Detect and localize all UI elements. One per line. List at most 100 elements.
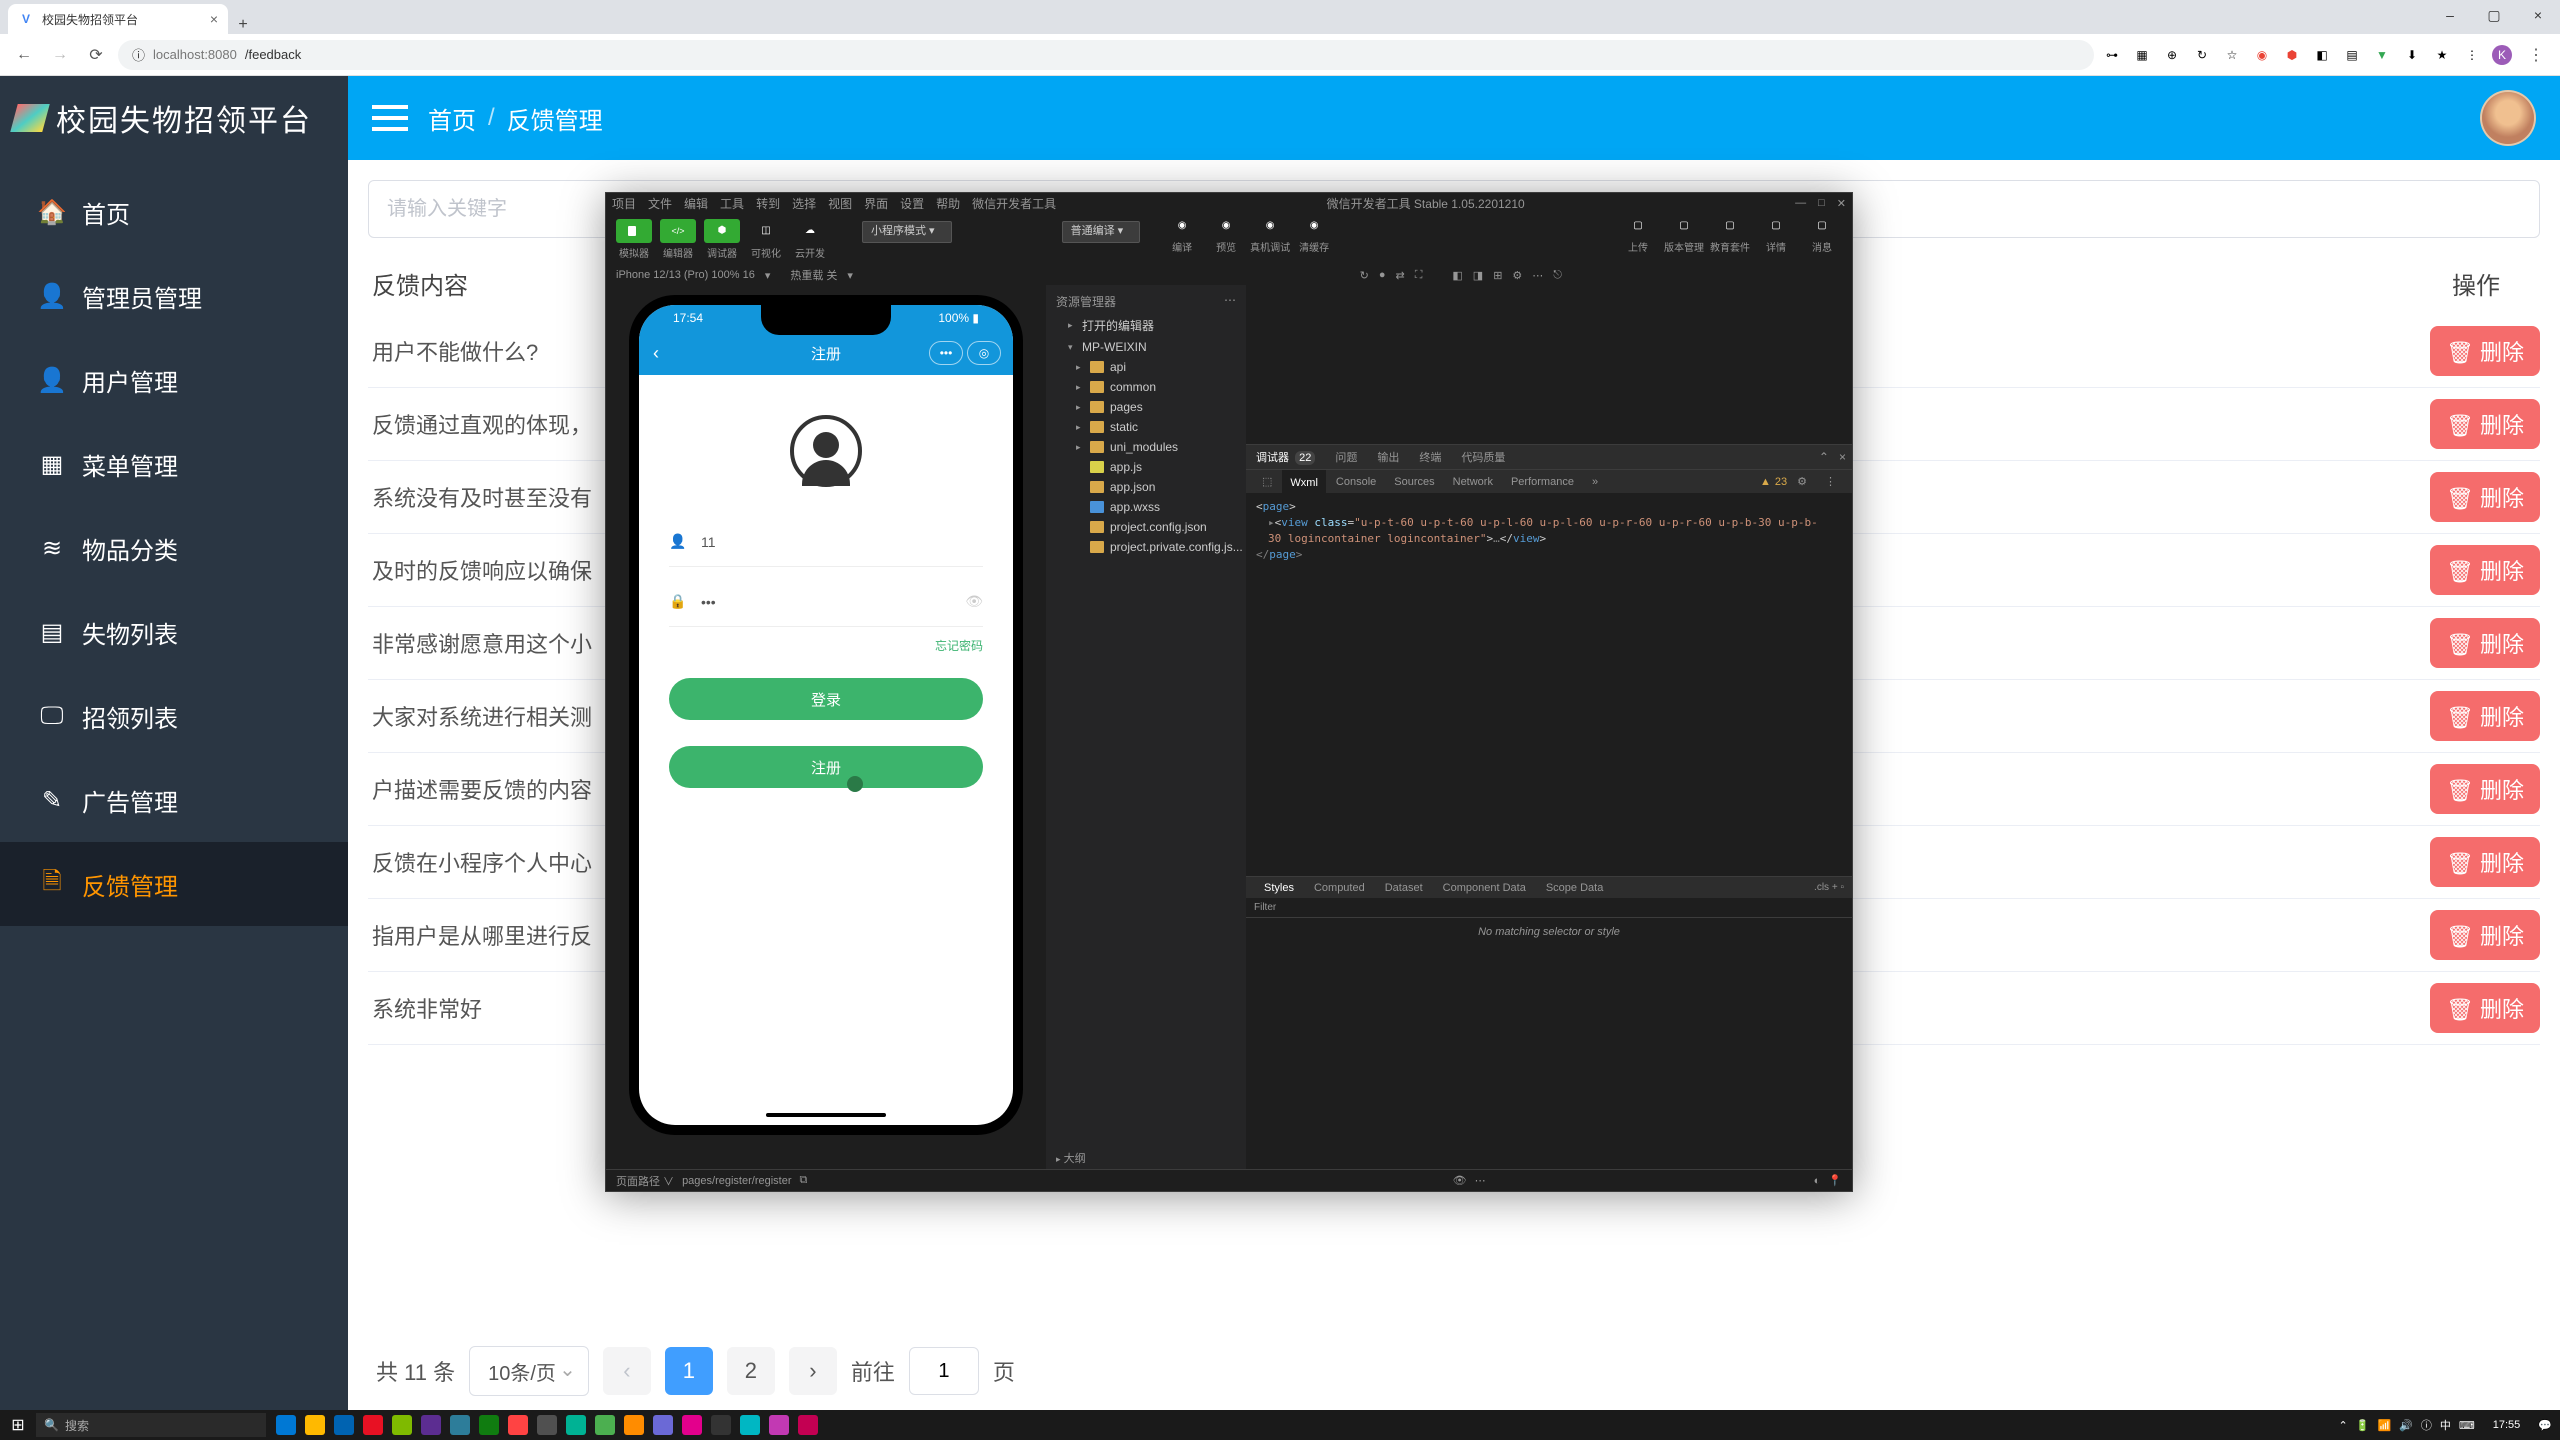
- link-icon[interactable]: ⎋: [1553, 269, 1562, 282]
- ide-menu-item[interactable]: 帮助: [936, 195, 960, 212]
- dot-icon[interactable]: ●: [1379, 269, 1386, 282]
- page-number[interactable]: 2: [727, 1347, 775, 1395]
- taskbar-app[interactable]: [417, 1411, 445, 1439]
- taskbar-app[interactable]: [504, 1411, 532, 1439]
- tree-folder[interactable]: ▸uni_modules: [1046, 437, 1246, 457]
- taskbar-app[interactable]: [765, 1411, 793, 1439]
- toolbar-button[interactable]: ▢上传: [1616, 213, 1660, 254]
- user-avatar[interactable]: [2480, 90, 2536, 146]
- tree-folder[interactable]: ▸static: [1046, 417, 1246, 437]
- delete-button[interactable]: 🗑 删除: [2430, 399, 2540, 449]
- taskbar-app[interactable]: [388, 1411, 416, 1439]
- tree-file[interactable]: app.json: [1046, 477, 1246, 497]
- gear-icon[interactable]: ⚙: [1512, 269, 1522, 282]
- ide-menu-item[interactable]: 工具: [720, 195, 744, 212]
- taskbar-app[interactable]: [591, 1411, 619, 1439]
- toolbar-button[interactable]: ▢版本管理: [1662, 213, 1706, 254]
- ext-icon[interactable]: ↻: [2192, 45, 2212, 65]
- more-icon[interactable]: ⋯: [1224, 293, 1236, 310]
- sidebar-item-lost[interactable]: ▤ 失物列表: [0, 590, 348, 674]
- sidebar-item-home[interactable]: 🏠 首页: [0, 170, 348, 254]
- close-icon[interactable]: ×: [1839, 450, 1846, 464]
- taskbar-app[interactable]: [272, 1411, 300, 1439]
- expand-icon[interactable]: ⛶: [1415, 269, 1423, 282]
- ide-menu-item[interactable]: 编辑: [684, 195, 708, 212]
- maximize-icon[interactable]: ▢: [2472, 0, 2516, 30]
- panel-icon[interactable]: ⊞: [1493, 269, 1502, 282]
- taskbar-app[interactable]: [562, 1411, 590, 1439]
- taskbar-app[interactable]: [620, 1411, 648, 1439]
- tree-file[interactable]: app.js: [1046, 457, 1246, 477]
- ext-icon[interactable]: ⊕: [2162, 45, 2182, 65]
- debugger-tab[interactable]: 调试器 22: [1246, 449, 1325, 465]
- eye-icon[interactable]: 👁: [965, 593, 983, 610]
- sidebar-item-ads[interactable]: ✎ 广告管理: [0, 758, 348, 842]
- gear-icon[interactable]: ⚙: [1789, 470, 1815, 493]
- taskbar-app[interactable]: [330, 1411, 358, 1439]
- eye-icon[interactable]: 👁: [1453, 1174, 1467, 1187]
- filter-input[interactable]: Filter: [1254, 902, 1276, 913]
- taskbar-app[interactable]: [359, 1411, 387, 1439]
- taskbar-search[interactable]: 🔍 搜索: [36, 1413, 266, 1437]
- delete-button[interactable]: 🗑 删除: [2430, 837, 2540, 887]
- tree-folder[interactable]: ▸common: [1046, 377, 1246, 397]
- toolbar-button[interactable]: ◉编译: [1160, 213, 1204, 254]
- register-button[interactable]: 注册: [669, 746, 983, 788]
- console-tab[interactable]: Console: [1328, 470, 1384, 493]
- taskbar-app[interactable]: [649, 1411, 677, 1439]
- delete-button[interactable]: 🗑 删除: [2430, 545, 2540, 595]
- code-quality-tab[interactable]: 代码质量: [1451, 449, 1515, 465]
- menu-icon[interactable]: ⋮: [2522, 41, 2550, 69]
- ext-icon[interactable]: ☆: [2222, 45, 2242, 65]
- maximize-icon[interactable]: □: [1818, 197, 1825, 210]
- notifications-icon[interactable]: 💬: [2538, 1419, 2552, 1432]
- tray-icon[interactable]: 🔊: [2399, 1419, 2413, 1432]
- scope-data-tab[interactable]: Scope Data: [1536, 882, 1613, 894]
- profile-avatar-icon[interactable]: K: [2492, 45, 2512, 65]
- styles-tab[interactable]: Styles: [1254, 882, 1304, 894]
- minimize-icon[interactable]: –: [2428, 0, 2472, 30]
- username-input[interactable]: 👤 11: [669, 517, 983, 567]
- delete-button[interactable]: 🗑 删除: [2430, 618, 2540, 668]
- next-page-button[interactable]: ›: [789, 1347, 837, 1395]
- hamburger-icon[interactable]: [372, 105, 408, 131]
- tab-close-icon[interactable]: ×: [210, 11, 218, 27]
- ide-menu-item[interactable]: 微信开发者工具: [972, 195, 1056, 212]
- browser-tab[interactable]: V 校园失物招领平台 ×: [8, 4, 228, 34]
- toolbar-button[interactable]: ▢教育套件: [1708, 213, 1752, 254]
- back-button[interactable]: ←: [10, 41, 38, 69]
- tray-icon[interactable]: 🔋: [2356, 1419, 2370, 1432]
- delete-button[interactable]: 🗑 删除: [2430, 910, 2540, 960]
- ext-icon[interactable]: ⬇: [2402, 45, 2422, 65]
- ext-icon[interactable]: ◉: [2252, 45, 2272, 65]
- compile-type-select[interactable]: 普通编译 ▾: [1062, 221, 1141, 243]
- toolbar-button[interactable]: ◉预览: [1204, 213, 1248, 254]
- copy-icon[interactable]: ⧉: [800, 1174, 808, 1187]
- delete-button[interactable]: 🗑 删除: [2430, 764, 2540, 814]
- new-tab-button[interactable]: +: [228, 16, 258, 34]
- minimize-icon[interactable]: —: [1795, 197, 1806, 210]
- more-icon[interactable]: ⋯: [1475, 1174, 1486, 1187]
- start-button[interactable]: ⊞: [0, 1415, 36, 1435]
- toolbar-button[interactable]: ◉真机调试: [1248, 213, 1292, 254]
- cls-toggle[interactable]: .cls + ▫: [1814, 882, 1844, 893]
- delete-button[interactable]: 🗑 删除: [2430, 472, 2540, 522]
- ext-icon[interactable]: ⬢: [2282, 45, 2302, 65]
- delete-button[interactable]: 🗑 删除: [2430, 691, 2540, 741]
- tree-file[interactable]: project.config.json: [1046, 517, 1246, 537]
- kebab-icon[interactable]: ⋮: [1817, 470, 1844, 493]
- ide-menu-item[interactable]: 转到: [756, 195, 780, 212]
- chevron-up-icon[interactable]: ⌃: [1819, 450, 1829, 464]
- ide-menu-item[interactable]: 选择: [792, 195, 816, 212]
- sidebar-item-category[interactable]: ≋ 物品分类: [0, 506, 348, 590]
- sidebar-item-menu[interactable]: ▦ 菜单管理: [0, 422, 348, 506]
- computed-tab[interactable]: Computed: [1304, 882, 1375, 894]
- forward-button[interactable]: →: [46, 41, 74, 69]
- close-icon[interactable]: ✕: [1837, 197, 1846, 210]
- ext-icon[interactable]: ★: [2432, 45, 2452, 65]
- terminal-tab[interactable]: 终端: [1409, 449, 1451, 465]
- avatar-icon[interactable]: [790, 415, 862, 487]
- taskbar-app[interactable]: [475, 1411, 503, 1439]
- pin-icon[interactable]: 📍: [1828, 1174, 1842, 1187]
- ext-icon[interactable]: ◧: [2312, 45, 2332, 65]
